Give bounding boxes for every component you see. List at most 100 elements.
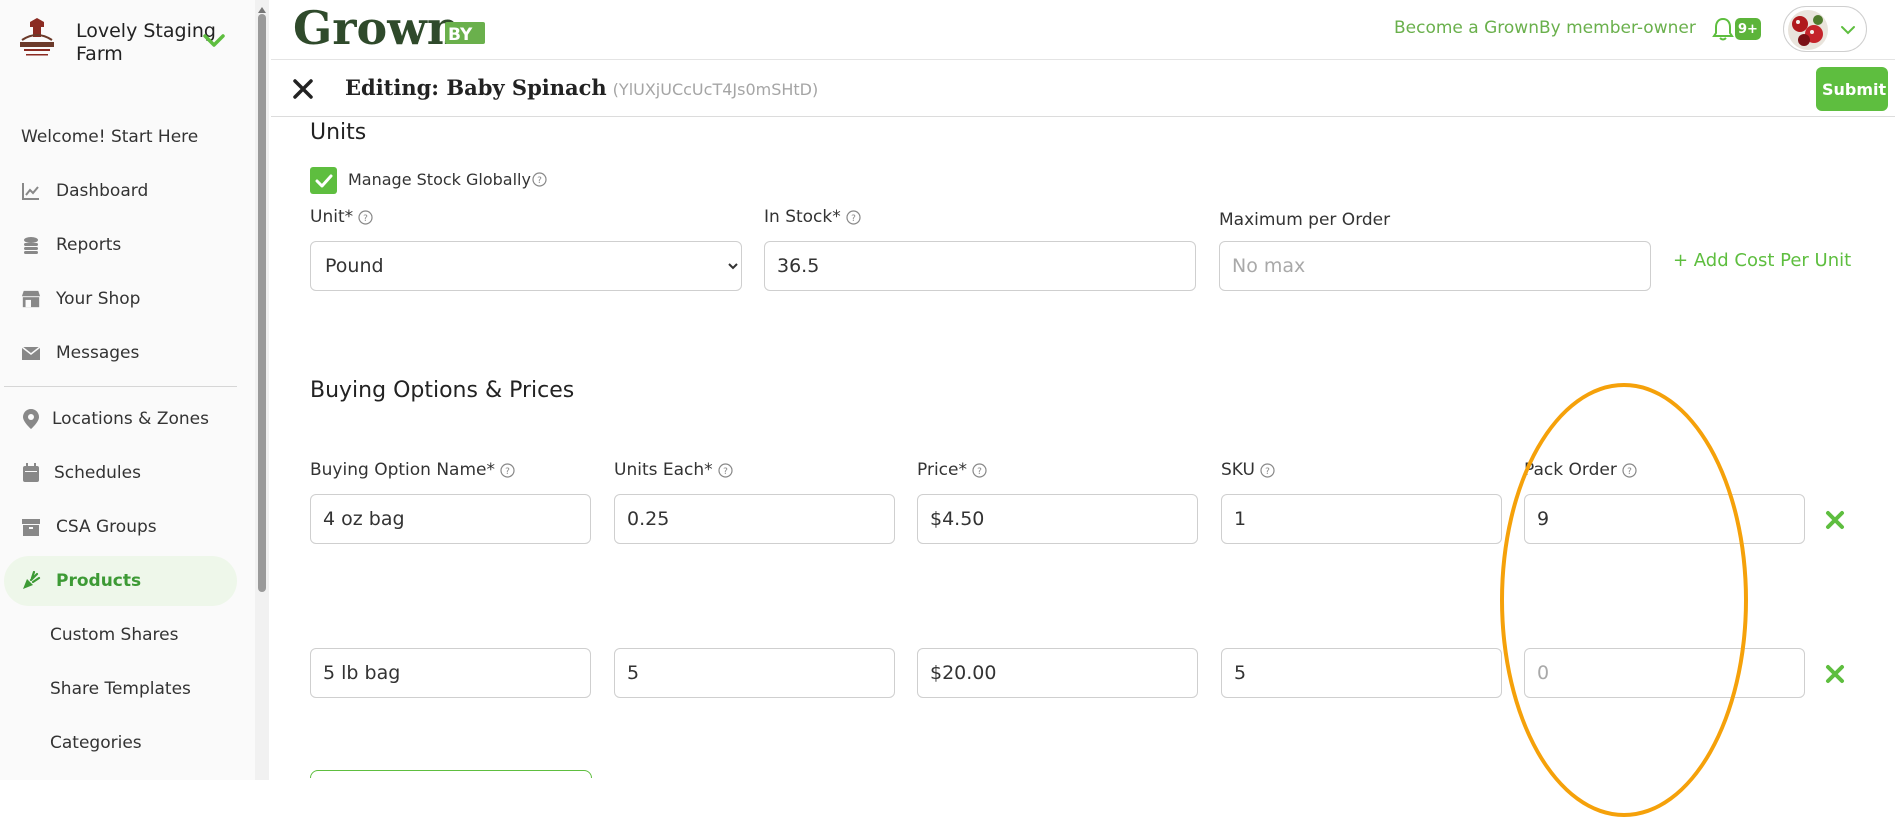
column-header-price: Price* ? — [917, 460, 987, 480]
sidebar-item-products[interactable]: Products — [4, 556, 237, 606]
farm-switcher[interactable]: Lovely Staging Farm — [16, 16, 246, 72]
chart-line-icon — [21, 181, 41, 201]
sku-input[interactable] — [1221, 494, 1502, 544]
remove-option-icon[interactable] — [1824, 509, 1846, 531]
editing-title: Editing: Baby Spinach — [345, 75, 607, 100]
column-header-sku: SKU ? — [1221, 460, 1275, 480]
help-icon[interactable]: ? — [500, 462, 515, 478]
scroll-up-arrow-icon[interactable] — [257, 0, 267, 13]
carrot-icon — [21, 571, 41, 591]
pack-order-input[interactable] — [1524, 648, 1805, 698]
product-id: (YlUXjUCcUcT4Js0mSHtD) — [612, 80, 819, 99]
help-icon[interactable]: ? — [718, 462, 733, 478]
map-pin-icon — [21, 409, 41, 429]
member-owner-link[interactable]: Become a GrownBy member-owner — [1394, 18, 1696, 38]
help-icon[interactable]: ? — [846, 209, 861, 225]
calendar-icon — [21, 463, 41, 483]
column-header-text: Pack Order — [1524, 460, 1617, 480]
sidebar-item-custom-shares[interactable]: Custom Shares — [4, 610, 237, 660]
buying-option-name-input[interactable] — [310, 648, 591, 698]
manage-stock-checkbox[interactable] — [310, 167, 337, 194]
coins-icon — [21, 235, 41, 255]
help-icon[interactable]: ? — [1622, 462, 1637, 478]
help-icon[interactable]: ? — [358, 209, 373, 225]
page-title: Editing: Baby Spinach (YlUXjUCcUcT4Js0mSH… — [345, 75, 818, 100]
in-stock-label-text: In Stock* — [764, 207, 841, 227]
page-bottom-area — [271, 778, 1895, 818]
sidebar-item-locations[interactable]: Locations & Zones — [4, 394, 237, 444]
chevron-down-icon[interactable] — [202, 28, 226, 52]
in-stock-input[interactable] — [764, 241, 1196, 291]
edit-bar: Editing: Baby Spinach (YlUXjUCcUcT4Js0mSH… — [271, 61, 1895, 117]
sidebar-item-label: Products — [56, 571, 142, 591]
box-icon — [21, 517, 41, 537]
column-header-text: Price* — [917, 460, 967, 480]
avatar — [1788, 10, 1828, 50]
help-icon[interactable]: ? — [1260, 462, 1275, 478]
sidebar-item-schedules[interactable]: Schedules — [4, 448, 237, 498]
price-input[interactable] — [917, 494, 1198, 544]
svg-text:BY: BY — [448, 25, 473, 45]
sidebar-item-share-templates[interactable]: Share Templates — [4, 664, 237, 714]
sidebar-item-label: Categories — [50, 733, 142, 753]
sidebar-item-label: Reports — [56, 235, 122, 255]
column-header-name: Buying Option Name* ? — [310, 460, 515, 480]
sidebar-item-label: Locations & Zones — [52, 409, 209, 429]
close-icon[interactable] — [291, 77, 315, 101]
chevron-down-icon — [1840, 22, 1856, 38]
user-menu[interactable] — [1783, 6, 1867, 52]
svg-text:Grown: Grown — [293, 2, 460, 55]
sidebar-item-label: Schedules — [54, 463, 141, 483]
sidebar-item-your-shop[interactable]: Your Shop — [4, 274, 237, 324]
sku-input[interactable] — [1221, 648, 1502, 698]
max-per-order-input[interactable] — [1219, 241, 1651, 291]
column-header-text: Buying Option Name* — [310, 460, 495, 480]
bell-icon[interactable] — [1711, 16, 1735, 42]
svg-text:?: ? — [505, 467, 510, 477]
unit-label-text: Unit* — [310, 207, 354, 227]
sidebar-item-reports[interactable]: Reports — [4, 220, 237, 270]
buying-option-name-input[interactable] — [310, 494, 591, 544]
sidebar-item-messages[interactable]: Messages — [4, 328, 237, 378]
svg-text:?: ? — [1265, 467, 1270, 477]
sidebar: Lovely Staging Farm Welcome! Start Here … — [0, 0, 255, 780]
scrollbar-thumb[interactable] — [258, 14, 266, 592]
sidebar-item-label: Share Templates — [50, 679, 191, 699]
add-cost-per-unit-link[interactable]: + Add Cost Per Unit — [1673, 250, 1851, 271]
price-input[interactable] — [917, 648, 1198, 698]
svg-text:?: ? — [363, 214, 368, 224]
notification-badge[interactable]: 9+ — [1735, 18, 1761, 40]
sidebar-scrollbar[interactable] — [255, 0, 269, 780]
sidebar-item-label: Messages — [56, 343, 140, 363]
sidebar-item-dashboard[interactable]: Dashboard — [4, 166, 237, 216]
units-each-input[interactable] — [614, 648, 895, 698]
unit-label: Unit* ? — [310, 207, 373, 227]
column-header-pack-order: Pack Order ? — [1524, 460, 1637, 480]
manage-stock-text: Manage Stock Globally — [348, 170, 531, 189]
buying-options-section-title: Buying Options & Prices — [310, 378, 575, 403]
sidebar-item-welcome[interactable]: Welcome! Start Here — [4, 112, 237, 162]
sidebar-item-label: Custom Shares — [50, 625, 179, 645]
svg-text:?: ? — [537, 176, 542, 186]
sidebar-item-csa-groups[interactable]: CSA Groups — [4, 502, 237, 552]
pack-order-input[interactable] — [1524, 494, 1805, 544]
column-header-text: Units Each* — [614, 460, 713, 480]
units-section-title: Units — [310, 120, 367, 145]
farm-logo — [16, 18, 58, 60]
svg-text:?: ? — [851, 214, 856, 224]
submit-button[interactable]: Submit — [1816, 67, 1888, 111]
help-icon[interactable]: ? — [972, 462, 987, 478]
sidebar-divider — [4, 386, 237, 387]
envelope-icon — [21, 343, 41, 363]
manage-stock-label: Manage Stock Globally ? — [348, 170, 547, 189]
grownby-logo[interactable]: Grown BY — [291, 1, 491, 58]
sidebar-item-categories[interactable]: Categories — [4, 718, 237, 768]
unit-select[interactable]: Pound — [310, 241, 742, 291]
column-header-text: SKU — [1221, 460, 1255, 480]
help-icon[interactable]: ? — [532, 172, 547, 187]
units-each-input[interactable] — [614, 494, 895, 544]
remove-option-icon[interactable] — [1824, 663, 1846, 685]
svg-text:?: ? — [723, 467, 728, 477]
store-icon — [21, 289, 41, 309]
in-stock-label: In Stock* ? — [764, 207, 861, 227]
